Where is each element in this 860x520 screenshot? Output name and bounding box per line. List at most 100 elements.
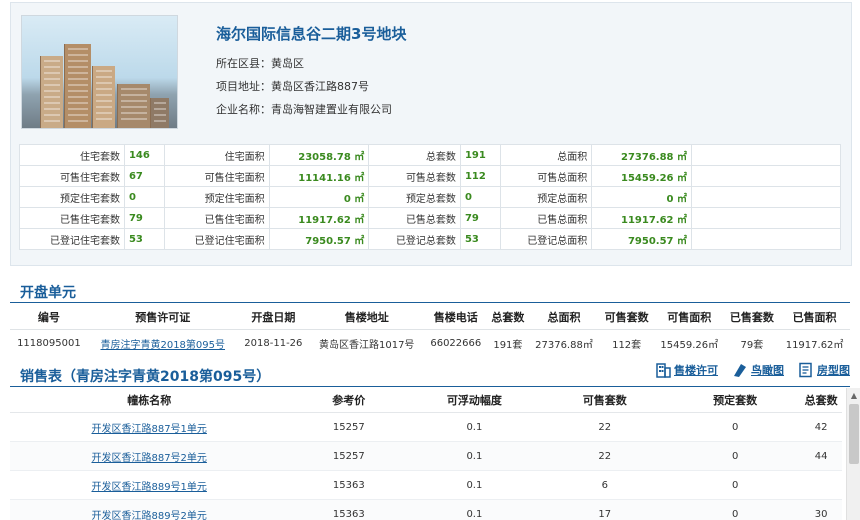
stat-spacer [691, 228, 841, 250]
table-cell: 22 [539, 441, 670, 471]
table-cell: 青房注字青黄2018第095号 [88, 330, 238, 357]
column-header: 幢栋名称 [10, 388, 289, 413]
stat-spacer [691, 144, 841, 166]
column-header: 已售套数 [724, 305, 780, 330]
stat-label: 已售住宅套数 [19, 207, 125, 229]
table-row: 开发区香江路887号2单元 15257 0.1 22 0 44 [10, 441, 842, 471]
table-cell: 开发区香江路887号2单元 [10, 441, 289, 471]
stat-value: 79 [123, 207, 165, 229]
stat-value: 0 ㎡ [591, 186, 692, 208]
table-cell: 17 [539, 499, 670, 520]
table-cell: 6 [539, 470, 670, 500]
table-cell: 开发区香江路889号1单元 [10, 470, 289, 500]
column-header: 预定套数 [669, 388, 801, 413]
table-cell: 15363 [288, 499, 410, 520]
stat-label: 总面积 [499, 144, 593, 166]
column-header: 已售面积 [779, 305, 850, 330]
table-cell: 44 [800, 441, 842, 471]
stat-value: 11917.62 ㎡ [591, 207, 692, 229]
stat-value: 191 [459, 144, 501, 166]
building-link[interactable]: 开发区香江路887号2单元 [91, 453, 206, 464]
column-header: 售楼电话 [424, 305, 488, 330]
stat-label: 已登记住宅面积 [163, 228, 270, 250]
stat-label: 预定总面积 [499, 186, 593, 208]
table-cell: 0.1 [409, 441, 540, 471]
company-row: 企业名称：青岛海智建置业有限公司 [216, 101, 392, 117]
sales-permit-button[interactable]: 售楼许可 [655, 362, 718, 378]
stat-value: 0 ㎡ [268, 186, 370, 208]
project-title: 海尔国际信息谷二期3号地块 [216, 25, 407, 43]
stat-label: 已登记住宅套数 [19, 228, 125, 250]
stat-label: 可售住宅面积 [163, 165, 270, 187]
table-cell: 15257 [288, 441, 410, 471]
stat-label: 可售总面积 [499, 165, 593, 187]
table-cell: 0.1 [409, 412, 540, 442]
stats-row: 已售住宅套数 79 已售住宅面积 11917.62 ㎡已售总套数 79 已售总面积 1191… [19, 207, 841, 229]
scroll-up-icon[interactable]: ▲ [847, 388, 860, 402]
building-link[interactable]: 开发区香江路889号2单元 [91, 511, 206, 520]
units-section-title: 开盘单元 [20, 285, 76, 301]
aerial-view-label: 鸟瞰图 [751, 364, 784, 377]
table-cell: 79套 [740, 339, 764, 351]
stat-label: 住宅面积 [163, 144, 270, 166]
stat-label: 已登记总套数 [368, 228, 461, 250]
stat-label: 预定住宅套数 [19, 186, 125, 208]
table-cell: 112套 [612, 339, 642, 351]
stat-label: 可售总套数 [368, 165, 461, 187]
aerial-view-button[interactable]: 鸟瞰图 [732, 362, 784, 378]
stat-label: 已登记总面积 [499, 228, 593, 250]
sales-section-title: 销售表（青房注字青黄2018第095号） [20, 369, 271, 385]
table-cell: 黄岛区香江路1017号 [318, 339, 415, 351]
floorplan-icon [799, 362, 812, 378]
column-header: 总套数 [800, 388, 842, 413]
column-header: 预售许可证 [87, 305, 238, 330]
stat-value: 112 [459, 165, 501, 187]
stats-row: 可售住宅套数 67 可售住宅面积 11141.16 ㎡可售总套数 112 可售总面积 154… [19, 165, 841, 187]
stats-row: 已登记住宅套数 53 已登记住宅面积 7950.57 ㎡已登记总套数 53 已登记总面积 7… [19, 228, 841, 250]
stats-row: 预定住宅套数 0 预定住宅面积 0 ㎡预定总套数 0 预定总面积 0 ㎡ [19, 186, 841, 208]
column-header: 可售面积 [653, 305, 725, 330]
stat-value: 0 [123, 186, 165, 208]
building-link[interactable]: 开发区香江路887号1单元 [91, 424, 206, 435]
building-link[interactable]: 开发区香江路889号1单元 [91, 482, 206, 493]
sales-table: 幢栋名称 参考价 可浮动幅度 可售套数 预定套数 总套数 开发区香江路887号1单元 152… [10, 388, 842, 520]
project-stats-table: 住宅套数 146 住宅面积 23058.78 ㎡总套数 191 总面积 27376.88 ㎡… [19, 144, 841, 250]
stat-label: 已售住宅面积 [163, 207, 270, 229]
table-cell: 0.1 [409, 499, 540, 520]
floorplan-button[interactable]: 房型图 [798, 362, 850, 378]
stat-value: 23058.78 ㎡ [268, 144, 370, 166]
stat-value: 146 [123, 144, 165, 166]
sales-scrollbar[interactable]: ▲ [846, 388, 860, 520]
aerial-view-icon [734, 364, 746, 377]
section-divider [10, 302, 850, 303]
district-row: 所在区县：黄岛区 [216, 55, 304, 71]
scrollbar-thumb[interactable] [849, 404, 859, 464]
address-row: 项目地址：黄岛区香江路887号 [216, 78, 369, 94]
table-cell: 42 [800, 412, 842, 442]
permit-link[interactable]: 青房注字青黄2018第095号 [100, 340, 225, 351]
table-cell: 0 [669, 470, 801, 500]
stat-value: 11917.62 ㎡ [268, 207, 370, 229]
stat-spacer [691, 165, 841, 187]
table-cell: 0 [669, 441, 801, 471]
column-header: 可售套数 [539, 388, 670, 413]
table-cell: 66022666 [430, 337, 482, 349]
table-cell: 1118095001 [17, 337, 81, 349]
column-header: 参考价 [288, 388, 410, 413]
table-cell: 0.1 [409, 470, 540, 500]
district-value: 黄岛区 [271, 57, 304, 70]
table-cell: 15257 [288, 412, 410, 442]
table-cell: 11917.62㎡ [785, 339, 844, 351]
sales-table-container[interactable]: 幢栋名称 参考价 可浮动幅度 可售套数 预定套数 总套数 开发区香江路887号1单元 152… [10, 388, 860, 520]
column-header: 开盘日期 [237, 305, 309, 330]
stat-spacer [691, 207, 841, 229]
sales-permit-label: 售楼许可 [674, 364, 718, 377]
address-value: 黄岛区香江路887号 [271, 80, 369, 93]
table-cell: 27376.88㎡ [535, 339, 593, 351]
column-header: 总面积 [528, 305, 600, 330]
column-header: 可售套数 [599, 305, 654, 330]
stat-value: 7950.57 ㎡ [268, 228, 370, 250]
project-photo [21, 15, 178, 129]
table-cell: 15459.26㎡ [660, 339, 719, 351]
district-label: 所在区县： [216, 57, 271, 70]
